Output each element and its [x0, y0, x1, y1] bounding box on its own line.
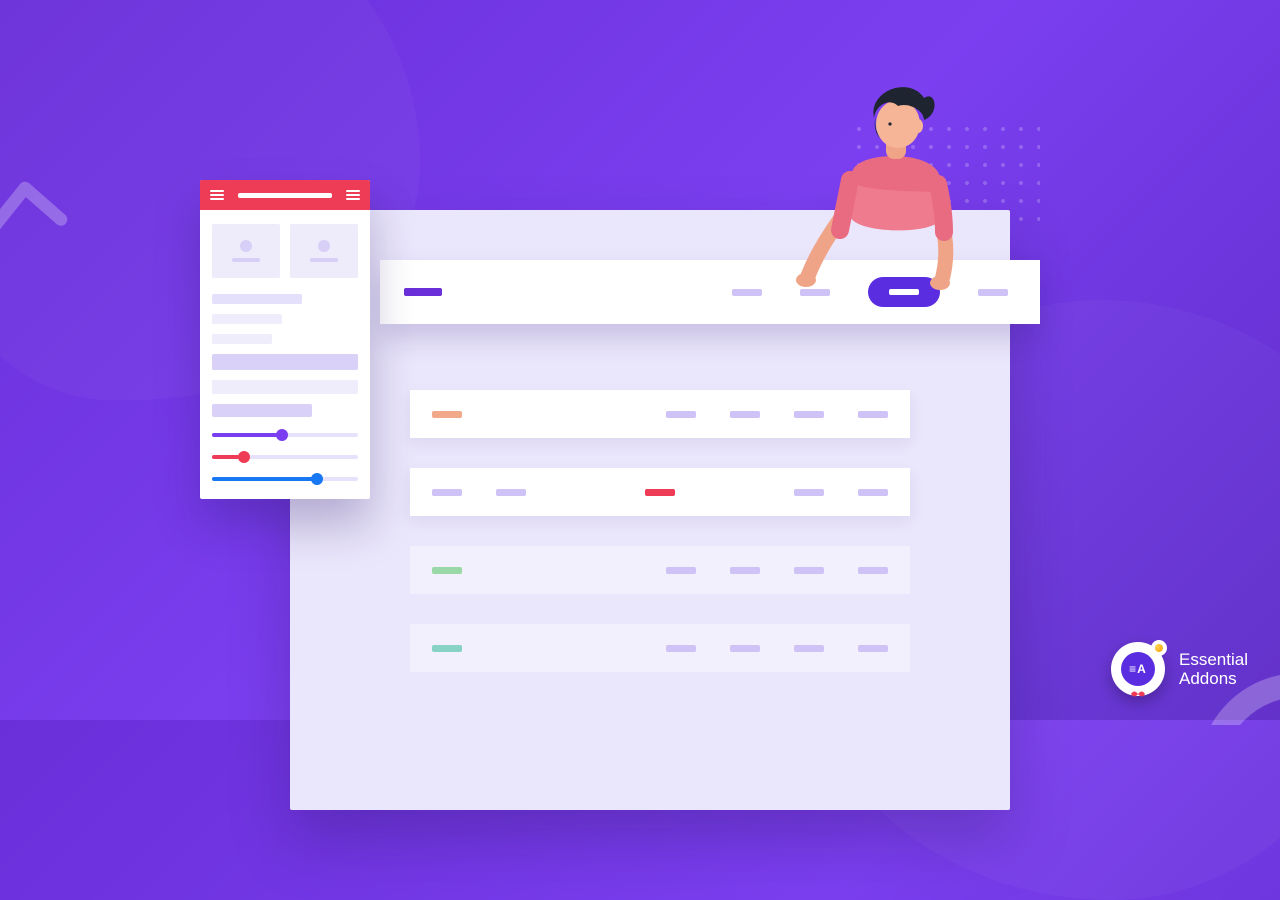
- menu-icon[interactable]: [210, 190, 224, 200]
- sidebar-header: [200, 180, 370, 210]
- row-lead-chip: [432, 567, 462, 574]
- row-cell-chip: [858, 489, 888, 496]
- preset-tiles: [212, 224, 358, 278]
- field-placeholder[interactable]: [212, 380, 358, 394]
- table-row[interactable]: [410, 390, 910, 438]
- row-cell-chip: [794, 411, 824, 418]
- row-cell-chip: [730, 645, 760, 652]
- slider-thumb[interactable]: [311, 473, 323, 485]
- field-placeholder[interactable]: [212, 294, 302, 304]
- slider-track: [212, 433, 282, 437]
- row-accent-chip: [645, 489, 675, 496]
- brand-lockup: ≡A Essential Addons: [1111, 642, 1248, 696]
- brand-badge-monogram: ≡A: [1121, 652, 1155, 686]
- field-placeholder[interactable]: [212, 404, 312, 417]
- person-illustration: [790, 80, 1020, 310]
- row-cell-chip: [794, 489, 824, 496]
- field-placeholder[interactable]: [212, 314, 282, 324]
- row-cell-chip: [432, 489, 462, 496]
- slider-list: [212, 433, 358, 481]
- table-row[interactable]: [410, 468, 910, 516]
- row-cell-chip: [794, 645, 824, 652]
- field-placeholder[interactable]: [212, 354, 358, 370]
- nav-logo-chip[interactable]: [404, 288, 442, 296]
- row-cell-chip: [858, 567, 888, 574]
- field-placeholder[interactable]: [212, 334, 272, 344]
- settings-sidebar: [200, 180, 370, 499]
- row-cell-chip: [858, 411, 888, 418]
- sidebar-title-chip: [238, 193, 332, 198]
- slider-thumb[interactable]: [276, 429, 288, 441]
- table-row[interactable]: [410, 624, 910, 672]
- bg-stroke: [0, 170, 70, 260]
- brand-name-line2: Addons: [1179, 669, 1248, 688]
- table-row[interactable]: [410, 546, 910, 594]
- brand-name-line1: Essential: [1179, 650, 1248, 669]
- row-cell-chip: [496, 489, 526, 496]
- row-cell-chip: [730, 411, 760, 418]
- preset-tile[interactable]: [212, 224, 280, 278]
- sidebar-field-list: [212, 294, 358, 417]
- content-row-list: [410, 390, 910, 672]
- brand-name: Essential Addons: [1179, 650, 1248, 688]
- slider-red[interactable]: [212, 455, 358, 459]
- nav-link[interactable]: [732, 289, 762, 296]
- slider-track: [212, 477, 317, 481]
- row-cell-chip: [794, 567, 824, 574]
- row-cell-chip: [666, 411, 696, 418]
- settings-icon[interactable]: [346, 190, 360, 200]
- row-lead-chip: [432, 411, 462, 418]
- row-cell-chip: [666, 645, 696, 652]
- crown-icon: [1151, 640, 1167, 656]
- row-lead-chip: [432, 645, 462, 652]
- slider-blue[interactable]: [212, 477, 358, 481]
- slider-thumb[interactable]: [238, 451, 250, 463]
- bow-icon: [1129, 686, 1147, 696]
- slider-purple[interactable]: [212, 433, 358, 437]
- sidebar-body: [200, 210, 370, 499]
- row-cell-chip: [858, 645, 888, 652]
- brand-badge-icon: ≡A: [1111, 642, 1165, 696]
- preset-tile[interactable]: [290, 224, 358, 278]
- row-cell-chip: [730, 567, 760, 574]
- row-cell-chip: [666, 567, 696, 574]
